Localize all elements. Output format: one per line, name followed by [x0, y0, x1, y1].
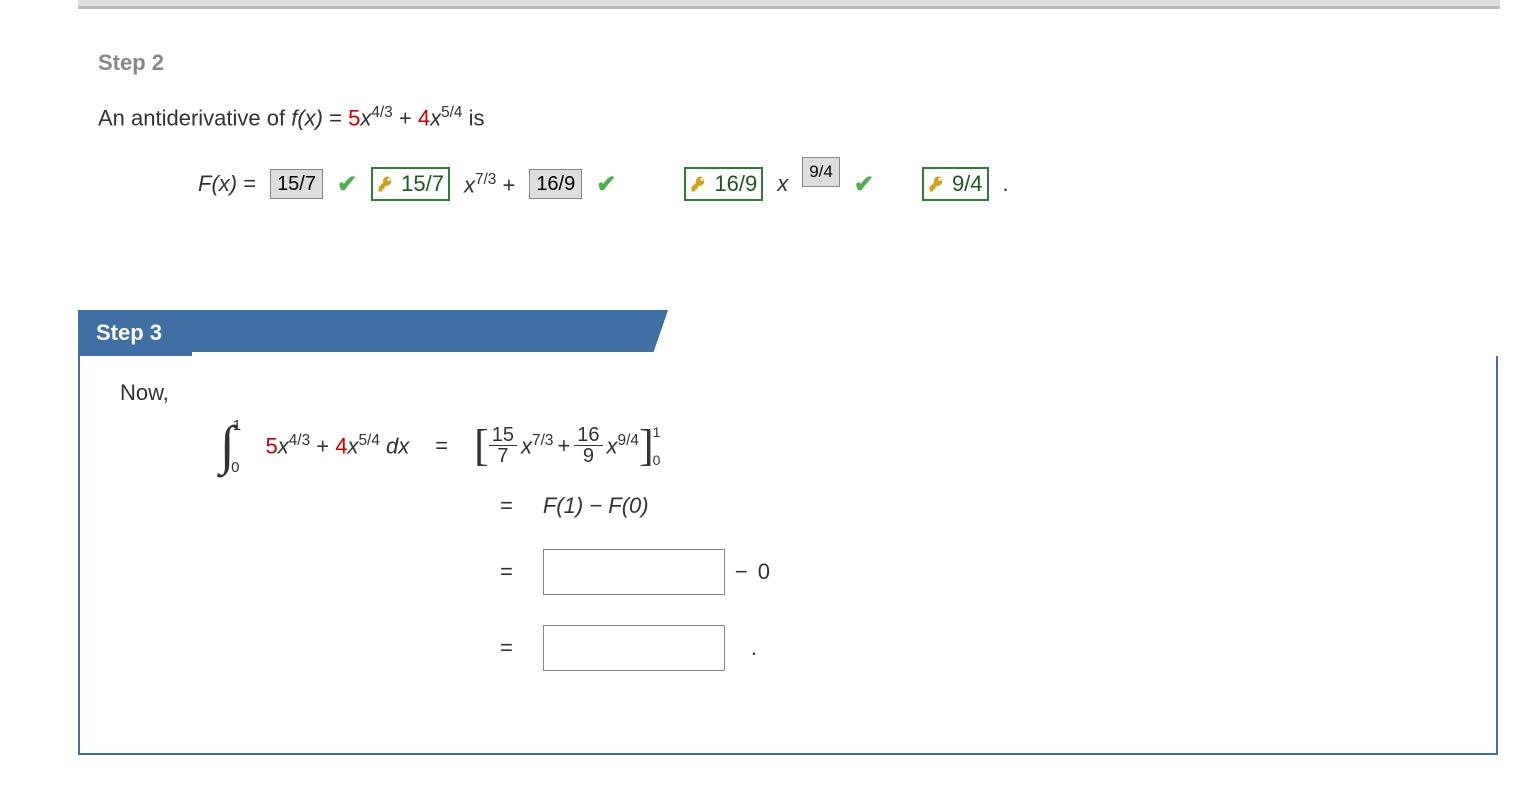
var-x: x [607, 433, 618, 458]
eq-line-1: ∫ 1 0 5x4/3 + 4x5/4 dx = [ [220, 420, 1456, 471]
zero: 0 [758, 559, 770, 585]
answer-box-2[interactable]: 16/9 [529, 169, 582, 199]
step-2-text: An antiderivative of f(x) = 5x4/3 + 4x5/… [98, 104, 1478, 131]
exp-9-4: 9/4 [618, 432, 639, 449]
bracket-limits: 1 0 [656, 424, 661, 468]
equals: = [500, 635, 513, 661]
divider [78, 0, 1500, 6]
den: 9 [580, 446, 597, 466]
x-7-3: x7/3 + [464, 171, 515, 198]
eq-line-4: = . [500, 625, 1456, 671]
integral: ∫ 1 0 [220, 429, 255, 461]
dx: dx [386, 433, 409, 458]
answer-key-3[interactable]: 9/4 [922, 167, 989, 201]
minus: − [735, 559, 748, 585]
exp-5-4: 5/4 [441, 104, 462, 121]
equals: = [500, 559, 513, 585]
F1-minus-F0: F(1) − F(0) [543, 493, 649, 519]
exp-7-3: 7/3 [532, 432, 553, 449]
step-3-tab-decoration [188, 310, 668, 352]
answer-box-1[interactable]: 15/7 [270, 169, 323, 199]
integrand: 5x4/3 + 4x5/4 dx [265, 432, 409, 459]
key-value: 16/9 [714, 171, 757, 197]
Fx: F(x) [198, 171, 237, 196]
exp-7-3: 7/3 [475, 171, 496, 188]
step-2-title: Step 2 [98, 50, 1478, 76]
integral-sign: ∫ [220, 429, 235, 461]
key-value: 15/7 [401, 171, 444, 197]
equals: = [435, 433, 448, 459]
var-x: x [777, 171, 788, 197]
key-icon [690, 175, 708, 193]
check-icon: ✔ [596, 170, 616, 199]
var-x: x [278, 433, 289, 458]
step-3-section: Step 3 Now, ∫ 1 0 5x4/3 + 4x5/4 dx [78, 310, 1498, 755]
step-3-body: Now, ∫ 1 0 5x4/3 + 4x5/4 dx [78, 356, 1498, 755]
eq-line-2: = F(1) − F(0) [500, 493, 1456, 519]
answer-input-1[interactable] [543, 549, 725, 595]
page: Step 2 An antiderivative of f(x) = 5x4/3… [0, 0, 1520, 788]
plus: + [316, 433, 335, 458]
equals: = [329, 105, 348, 130]
answer-key-2[interactable]: 16/9 [684, 167, 763, 201]
var-x: x [360, 105, 371, 130]
equals: = [237, 171, 256, 196]
text: is [469, 105, 485, 130]
coef-4: 4 [335, 433, 347, 458]
exp-4-3: 4/3 [289, 432, 310, 449]
var-x: x [430, 105, 441, 130]
coef-5: 5 [348, 105, 360, 130]
frac-16-9: 169 [574, 425, 602, 466]
key-icon [377, 175, 395, 193]
period: . [751, 635, 757, 661]
eq-line-3: = − 0 [500, 549, 1456, 595]
coef-5: 5 [265, 433, 277, 458]
right-bracket: ] [639, 420, 654, 471]
exp-4-3: 4/3 [371, 104, 392, 121]
Fx-label: F(x) = [198, 171, 256, 197]
num: 15 [489, 425, 517, 446]
frac-15-7: 157 [489, 425, 517, 466]
answer-box-3[interactable]: 9/4 [802, 157, 840, 187]
step-2-equation: F(x) = 15/7 ✔ 15/7 x7/3 + 16/9 ✔ 16/9 x … [198, 167, 1478, 201]
coef-4: 4 [418, 105, 430, 130]
integral-lower: 0 [231, 459, 239, 476]
equals: = [500, 493, 513, 519]
exp-5-4: 5/4 [358, 432, 379, 449]
plus: + [496, 172, 515, 197]
check-icon: ✔ [337, 170, 357, 199]
left-bracket: [ [474, 420, 489, 471]
var-x: x [521, 433, 532, 458]
now-label: Now, [120, 380, 1456, 406]
var-x: x [464, 172, 475, 197]
step-3-title: Step 3 [78, 310, 192, 356]
text: An antiderivative of [98, 105, 291, 130]
step-3-equations: ∫ 1 0 5x4/3 + 4x5/4 dx = [ [220, 420, 1456, 671]
key-value: 9/4 [952, 171, 983, 197]
var-x: x [347, 433, 358, 458]
num: 16 [574, 425, 602, 446]
period: . [1003, 171, 1009, 197]
plus: + [399, 105, 418, 130]
den: 7 [494, 446, 511, 466]
plus: + [557, 433, 570, 459]
integral-upper: 1 [233, 417, 241, 434]
bracket-lower: 0 [653, 452, 661, 468]
step-2-section: Step 2 An antiderivative of f(x) = 5x4/3… [98, 50, 1478, 201]
check-icon: ✔ [854, 170, 874, 199]
fx-label: f(x) [291, 105, 323, 130]
bracket-expression: [ 157 x7/3 + 169 x9/4 ] 1 0 [474, 420, 660, 471]
answer-key-1[interactable]: 15/7 [371, 167, 450, 201]
bracket-upper: 1 [653, 424, 661, 440]
answer-input-2[interactable] [543, 625, 725, 671]
key-icon [928, 175, 946, 193]
